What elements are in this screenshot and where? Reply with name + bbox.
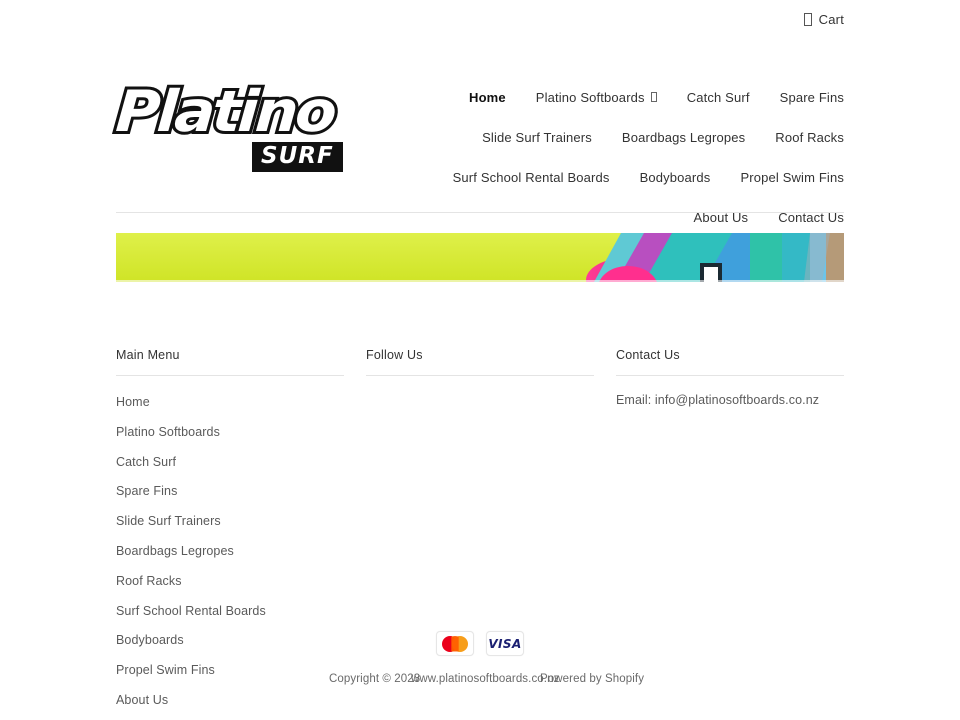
list-item: Boardbags Legropes (116, 542, 365, 560)
chevron-down-icon (650, 92, 657, 102)
nav-item-label: Propel Swim Fins (740, 170, 844, 185)
nav-item-surf-school-rental-boards[interactable]: Surf School Rental Boards (453, 158, 610, 198)
payment-methods: VISA (0, 631, 960, 656)
footer-link-spare-fins[interactable]: Spare Fins (116, 484, 177, 498)
list-item: Surf School Rental Boards (116, 602, 365, 620)
nav-item-label: Surf School Rental Boards (452, 170, 610, 185)
list-item: Roof Racks (116, 572, 365, 590)
nav-item-home[interactable]: Home (469, 78, 506, 118)
logo-wordmark: Platino (111, 76, 339, 148)
nav-item-catch-surf[interactable]: Catch Surf (687, 78, 750, 118)
list-item: Catch Surf (116, 453, 365, 471)
footer-link-boardbags-legropes[interactable]: Boardbags Legropes (116, 544, 234, 558)
nav-item-about-us[interactable]: About Us (694, 198, 749, 238)
cart-label: Cart (818, 12, 844, 27)
nav-item-label: Boardbags Legropes (621, 130, 746, 145)
page-root: Cart Platino SURF Home Platino Softboards… (0, 0, 960, 720)
footer-contact-email: Email: info@platinosoftboards.co.nz (616, 393, 820, 407)
footer-columns: Main Menu Home Platino Softboards Catch Su… (116, 348, 844, 720)
nav-item-slide-surf-trainers[interactable]: Slide Surf Trainers (482, 118, 592, 158)
list-item: Spare Fins (116, 482, 365, 500)
site-url-link[interactable]: www.platinosoftboards.co.nz (411, 673, 559, 685)
footer-link-catch-surf[interactable]: Catch Surf (116, 455, 176, 469)
nav-item-label: Spare Fins (779, 90, 844, 105)
mastercard-glyph (442, 635, 468, 652)
nav-item-platino-softboards[interactable]: Platino Softboards (536, 78, 657, 118)
nav-item-propel-swim-fins[interactable]: Propel Swim Fins (740, 158, 844, 198)
main-navigation: Home Platino Softboards Catch Surf Spare Fi… (396, 78, 844, 238)
footer-title-follow-us: Follow Us (366, 348, 423, 362)
footer-column-follow-us: Follow Us (366, 348, 615, 720)
footer-column-main-menu: Main Menu Home Platino Softboards Catch Su… (116, 348, 365, 720)
footer-title-main-menu: Main Menu (116, 348, 180, 362)
footer-link-home[interactable]: Home (116, 395, 150, 409)
cart-link[interactable]: Cart (803, 12, 844, 27)
hero-banner[interactable] (116, 233, 844, 282)
nav-item-boardbags-legropes[interactable]: Boardbags Legropes (622, 118, 745, 158)
list-item: About Us (116, 691, 365, 709)
nav-item-label: Platino Softboards (535, 90, 645, 105)
mastercard-icon (436, 631, 474, 656)
nav-item-roof-racks[interactable]: Roof Racks (775, 118, 844, 158)
footer-link-platino-softboards[interactable]: Platino Softboards (116, 425, 220, 439)
footer-link-roof-racks[interactable]: Roof Racks (116, 574, 182, 588)
nav-item-label: Catch Surf (686, 90, 750, 105)
visa-label: VISA (488, 636, 522, 651)
site-header: Platino SURF Home Platino Softboards Catch… (111, 62, 844, 225)
logo-subtitle: SURF (252, 142, 343, 172)
list-item: Slide Surf Trainers (116, 512, 365, 530)
powered-by-link[interactable]: Powered by Shopify (540, 673, 644, 685)
nav-item-label: Roof Racks (775, 130, 844, 145)
nav-item-contact-us[interactable]: Contact Us (778, 198, 844, 238)
nav-item-label: Bodyboards (639, 170, 711, 185)
copyright-row: Copyright © 2023 www.platinosoftboards.c… (0, 673, 960, 689)
site-logo[interactable]: Platino SURF (111, 76, 366, 175)
footer-link-list: Home Platino Softboards Catch Surf Spare Fi… (116, 376, 365, 720)
footer-column-contact-us: Contact Us Email: info@platinosoftboards… (616, 348, 844, 720)
hero-banner-image (116, 233, 844, 282)
nav-item-spare-fins[interactable]: Spare Fins (780, 78, 844, 118)
visa-icon: VISA (486, 631, 524, 656)
footer-title-contact-us: Contact Us (616, 348, 680, 362)
header-divider (116, 212, 844, 213)
footer-link-about-us[interactable]: About Us (116, 693, 168, 707)
utility-bar: Cart (803, 12, 844, 27)
footer-link-surf-school-rental-boards[interactable]: Surf School Rental Boards (116, 604, 266, 618)
nav-item-label: Home (469, 90, 506, 105)
list-item: Platino Softboards (116, 423, 365, 441)
copyright-text: Copyright © 2023 (329, 673, 421, 685)
list-item: Home (116, 393, 365, 411)
nav-item-label: Slide Surf Trainers (482, 130, 592, 145)
footer-link-slide-surf-trainers[interactable]: Slide Surf Trainers (116, 514, 221, 528)
nav-item-bodyboards[interactable]: Bodyboards (640, 158, 711, 198)
footer-social-list (366, 376, 615, 393)
cart-icon (803, 13, 812, 26)
